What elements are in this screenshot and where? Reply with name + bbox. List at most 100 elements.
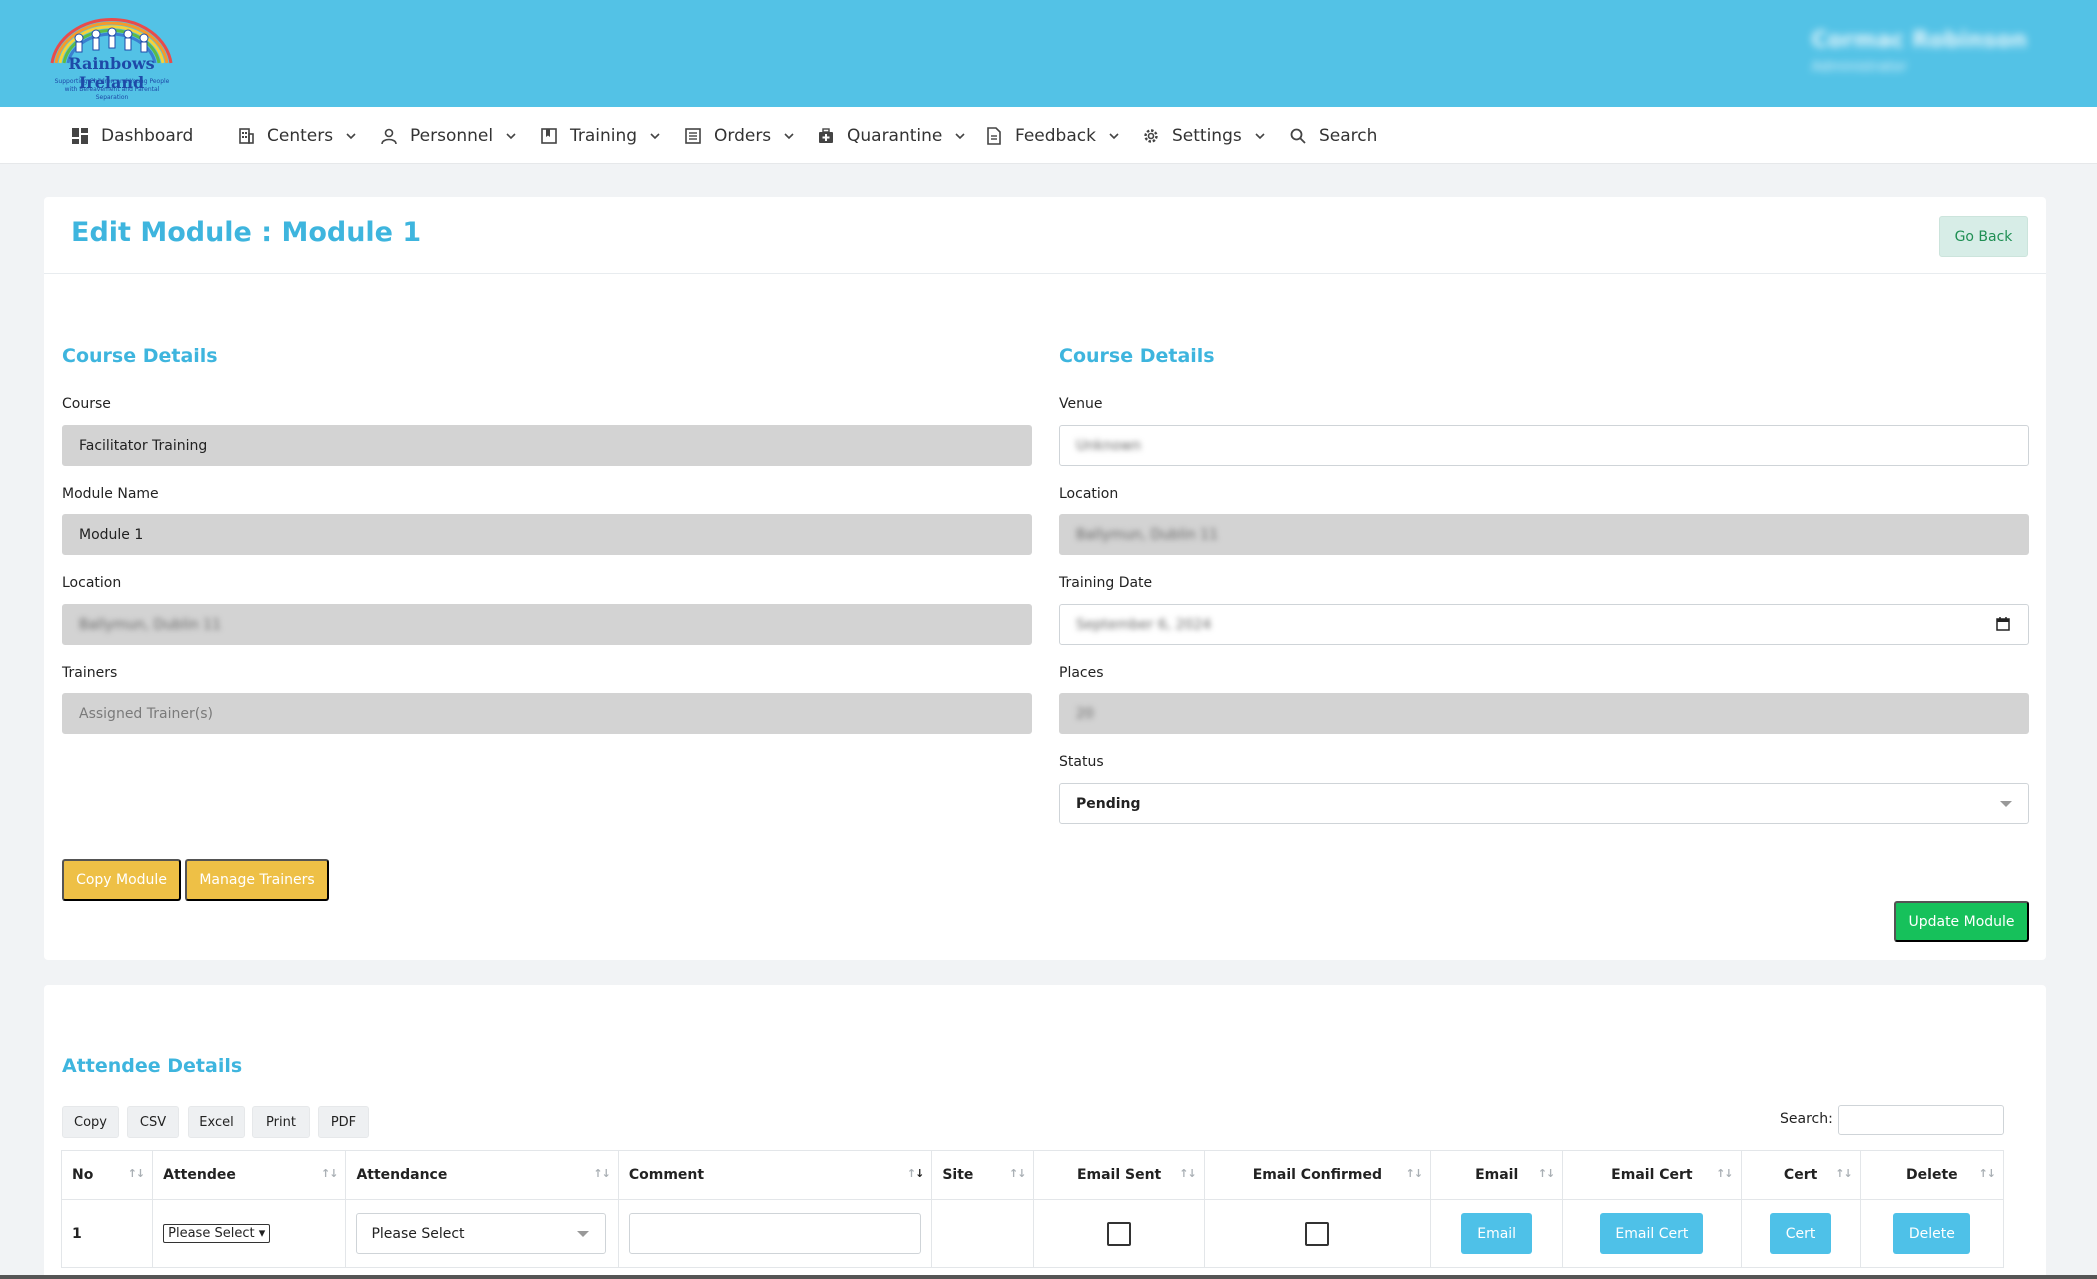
venue-input[interactable]: Unknown [1059, 425, 2029, 466]
col-cert-label: Cert [1783, 1167, 1818, 1183]
table-search-input[interactable] [1838, 1105, 2004, 1135]
module-name-value: Module 1 [79, 526, 144, 543]
col-no-label: No [72, 1167, 94, 1183]
attendee-select[interactable]: Please Select ▾ [163, 1224, 271, 1243]
col-attendance[interactable]: Attendance ↑↓ [345, 1150, 619, 1200]
chevron-down-icon [1255, 132, 1265, 139]
nav-centers[interactable]: Centers [237, 107, 357, 164]
sort-icon: ↑↓ [127, 1167, 145, 1180]
sort-icon: ↑↓ [1716, 1167, 1733, 1180]
comment-input[interactable] [628, 1213, 921, 1254]
training-date-input[interactable]: September 6, 2024 [1059, 604, 2029, 645]
excel-export-button[interactable]: Excel [188, 1106, 245, 1138]
attendance-select-value: Please Select [371, 1225, 465, 1242]
table-header-row: No ↑↓ Attendee ↑↓ Attendance ↑↓ Comment ↑↓ S… [60, 1150, 2005, 1200]
nav-personnel[interactable]: Personnel [380, 107, 517, 164]
status-select[interactable]: Pending [1059, 783, 2029, 824]
row-no: 1 [60, 1199, 154, 1268]
card-header: Edit Module : Module 1 Go Back [44, 197, 2046, 274]
sort-icon: ↑↓ [1537, 1167, 1555, 1180]
cert-button[interactable]: Cert [1770, 1213, 1832, 1254]
trainers-label: Trainers [62, 665, 118, 681]
email-cert-button[interactable]: Email Cert [1600, 1213, 1704, 1254]
col-no[interactable]: No ↑↓ [60, 1150, 154, 1200]
chevron-down-icon [784, 132, 794, 139]
csv-export-button[interactable]: CSV [127, 1106, 179, 1138]
edit-module-card: Edit Module : Module 1 Go Back [44, 197, 2046, 960]
email-confirmed-cell [1203, 1199, 1432, 1268]
site-cell [931, 1199, 1035, 1268]
col-delete-label: Delete [1906, 1167, 1958, 1183]
copy-export-button[interactable]: Copy [62, 1106, 119, 1138]
logo-subtitle: Supporting Children and Young People wit… [54, 78, 170, 101]
places-field: 20 [1059, 693, 2029, 734]
go-back-button[interactable]: Go Back [1939, 216, 2028, 257]
calendar-icon[interactable] [1996, 617, 2010, 631]
training-date-label: Training Date [1059, 575, 1153, 591]
email-cert-btn-cell: Email Cert [1562, 1199, 1742, 1268]
copy-module-button[interactable]: Copy Module [62, 859, 181, 901]
email-sent-cell [1033, 1199, 1205, 1268]
course-value: Facilitator Training [79, 437, 208, 454]
book-icon [541, 127, 557, 144]
chevron-down-icon [506, 132, 516, 139]
nav-quarantine[interactable]: Quarantine [817, 107, 966, 164]
person-icon [381, 128, 397, 144]
col-email-confirmed[interactable]: Email Confirmed ↑↓ [1203, 1150, 1432, 1200]
places-value: 20 [1076, 705, 1094, 722]
right-location-value: Ballymun, Dublin 11 [1076, 526, 1218, 543]
right-location-field: Ballymun, Dublin 11 [1059, 514, 2029, 555]
user-menu[interactable]: Cormac Robinson Administrator [1812, 28, 2027, 75]
col-comment[interactable]: Comment ↑↓ [617, 1150, 933, 1200]
col-email-cert[interactable]: Email Cert ↑↓ [1562, 1150, 1742, 1200]
rainbows-ireland-logo[interactable]: Rainbows Ireland Supporting Children and… [44, 8, 179, 101]
pdf-export-button[interactable]: PDF [318, 1106, 369, 1138]
update-module-button[interactable]: Update Module [1894, 901, 2029, 942]
attendance-cell: Please Select [345, 1199, 619, 1268]
sort-icon: ↑↓ [321, 1167, 338, 1180]
col-cert[interactable]: Cert ↑↓ [1740, 1150, 1861, 1200]
nav-settings[interactable]: Settings [1142, 107, 1266, 164]
manage-trainers-button[interactable]: Manage Trainers [185, 859, 329, 901]
email-button[interactable]: Email [1461, 1213, 1533, 1254]
nav-dashboard[interactable]: Dashboard [71, 107, 193, 164]
col-email[interactable]: Email ↑↓ [1430, 1150, 1564, 1200]
nav-training[interactable]: Training [540, 107, 661, 164]
email-confirmed-checkbox[interactable] [1305, 1221, 1330, 1246]
col-email-cert-label: Email Cert [1611, 1167, 1693, 1183]
chevron-down-icon [577, 1231, 590, 1237]
venue-value: Unknown [1076, 437, 1141, 454]
right-location-label: Location [1059, 486, 1119, 502]
nav-quarantine-label: Quarantine [847, 125, 943, 146]
print-export-button[interactable]: Print [252, 1106, 310, 1138]
nav-settings-label: Settings [1172, 125, 1242, 146]
left-location-field: Ballymun, Dublin 11 [62, 604, 1032, 645]
nav-orders[interactable]: Orders [684, 107, 795, 164]
email-btn-cell: Email [1430, 1199, 1564, 1268]
email-sent-checkbox[interactable] [1107, 1221, 1132, 1246]
nav-dashboard-label: Dashboard [101, 125, 194, 146]
col-attendee[interactable]: Attendee ↑↓ [152, 1150, 347, 1200]
comment-cell [617, 1199, 933, 1268]
course-label: Course [62, 396, 111, 412]
course-field: Facilitator Training [62, 425, 1032, 466]
chevron-down-icon [2000, 801, 2012, 807]
user-name: Cormac Robinson [1811, 28, 2027, 53]
col-email-sent[interactable]: Email Sent ↑↓ [1033, 1150, 1205, 1200]
delete-button[interactable]: Delete [1893, 1213, 1971, 1254]
status-value: Pending [1076, 795, 1141, 812]
building-icon [239, 127, 254, 144]
dashboard-icon [72, 127, 88, 144]
sort-icon: ↑↓ [1179, 1167, 1196, 1180]
trainers-field: Assigned Trainer(s) [62, 693, 1032, 734]
attendance-select[interactable]: Please Select [356, 1213, 607, 1254]
col-email-confirmed-label: Email Confirmed [1252, 1167, 1383, 1183]
nav-feedback[interactable]: Feedback [985, 107, 1120, 164]
venue-label: Venue [1059, 396, 1103, 412]
col-site[interactable]: Site ↑↓ [931, 1150, 1035, 1200]
left-section-title: Course Details [62, 345, 218, 367]
nav-search[interactable]: Search [1289, 107, 1377, 164]
left-location-value: Ballymun, Dublin 11 [79, 616, 221, 633]
sort-icon: ↑↓ [1978, 1167, 1996, 1180]
col-delete[interactable]: Delete ↑↓ [1859, 1150, 2005, 1200]
